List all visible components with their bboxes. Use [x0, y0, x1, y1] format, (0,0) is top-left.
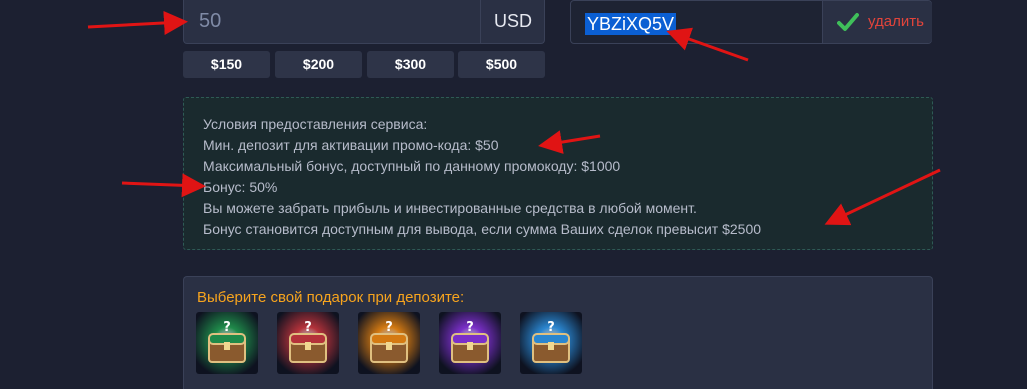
deposit-amount-group: USD [183, 0, 545, 44]
svg-text:?: ? [547, 320, 555, 335]
gift-selection-panel: Выберите свой подарок при депозите: ????… [183, 276, 933, 389]
terms-bonus-percent: Бонус: 50% [203, 179, 278, 195]
terms-min-deposit: Мин. депозит для активации промо-кода: $… [203, 137, 499, 153]
svg-text:?: ? [304, 320, 312, 335]
red-chest-icon[interactable]: ? [277, 312, 339, 374]
terms-withdraw-condition: Бонус становится доступным для вывода, е… [203, 221, 762, 237]
currency-label: USD [480, 0, 545, 43]
preset-150-button[interactable]: $150 [183, 51, 270, 78]
green-chest-icon[interactable]: ? [196, 312, 258, 374]
gift-title: Выберите свой подарок при депозите: [197, 289, 465, 306]
check-icon [837, 13, 859, 31]
purple-chest-icon[interactable]: ? [439, 312, 501, 374]
preset-500-button[interactable]: $500 [458, 51, 545, 78]
blue-chest-icon[interactable]: ? [520, 312, 582, 374]
terms-max-bonus: Максимальный бонус, доступный по данному… [203, 158, 621, 174]
preset-200-button[interactable]: $200 [275, 51, 362, 78]
remove-promo-button[interactable]: удалить [822, 1, 932, 43]
orange-chest-icon[interactable]: ? [358, 312, 420, 374]
promo-code-field[interactable]: YBZiXQ5V удалить [570, 0, 932, 44]
terms-heading: Условия предоставления сервиса: [203, 116, 428, 132]
remove-promo-label: удалить [868, 13, 924, 30]
svg-text:?: ? [223, 320, 231, 335]
deposit-amount-input[interactable] [184, 0, 480, 43]
promo-terms-panel: Условия предоставления сервиса: Мин. деп… [183, 97, 933, 250]
svg-text:?: ? [466, 320, 474, 335]
preset-300-button[interactable]: $300 [367, 51, 454, 78]
terms-withdraw-anytime: Вы можете забрать прибыль и инвестирован… [203, 200, 697, 216]
promo-code-value[interactable]: YBZiXQ5V [585, 13, 677, 35]
svg-text:?: ? [385, 320, 393, 335]
arrow-to-amount [87, 10, 188, 35]
